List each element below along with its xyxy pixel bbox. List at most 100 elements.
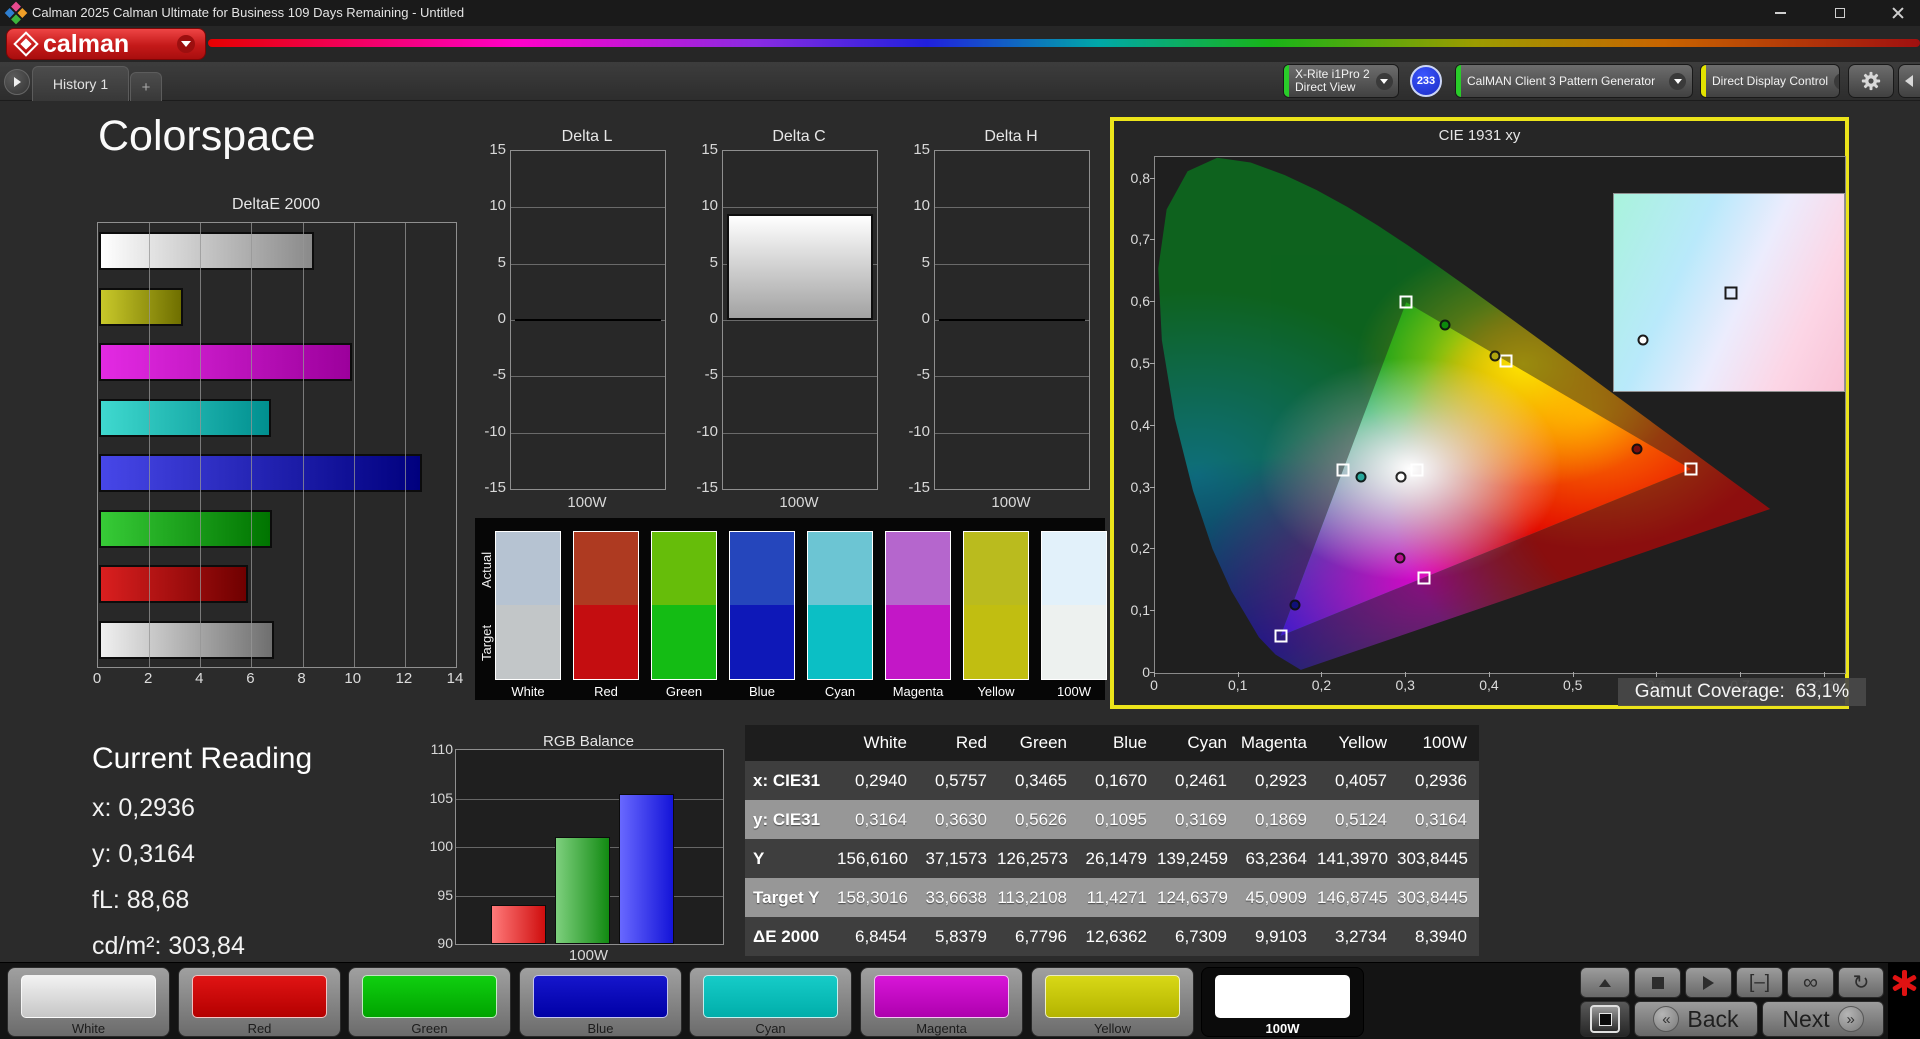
delta-gridline [723,433,877,434]
table-cell: 0,2461 [1157,771,1237,791]
pattern-button-label: Yellow [1032,1021,1193,1036]
table-cell: 113,2108 [997,888,1077,908]
tab-label: History 1 [53,76,108,92]
deltae-gridline [405,223,406,667]
pattern-button-red[interactable]: Red [178,967,341,1037]
swatch-actual [808,532,872,605]
pattern-generator-dropdown[interactable]: CalMAN Client 3 Pattern Generator [1455,64,1693,98]
swatch-name-label: Red [573,684,639,699]
inset-measured-marker [1637,334,1648,345]
swatch-name-label: Cyan [807,684,873,699]
gamut-coverage-label: Gamut Coverage: [1635,681,1785,703]
add-tab-button[interactable]: + [130,72,162,101]
play-icon [14,77,21,87]
pattern-button-cyan[interactable]: Cyan [689,967,852,1037]
rainbow-strip [208,39,1920,47]
pattern-button-white[interactable]: White [7,967,170,1037]
pattern-window-button[interactable] [1580,1001,1630,1037]
table-cell: 146,8745 [1317,888,1397,908]
delta-h-chart: Delta H 100W 151050-5-10-15 [892,128,1092,520]
tab-scroll-button[interactable] [4,69,30,95]
cie-measured-magenta [1394,552,1405,563]
pattern-button-100w[interactable]: 100W [1201,967,1364,1037]
cie-x-tick-label: 0,4 [1479,677,1498,693]
display-control-dropdown[interactable]: Direct Display Control [1700,64,1840,98]
swatch-name-label: 100W [1041,684,1107,699]
calman-logo-text: calman [43,29,129,59]
deltae-gridline [303,223,304,667]
swatch-column-yellow: Yellow [963,531,1029,699]
table-cell: 9,9103 [1237,927,1317,947]
delta-y-tick-label: -15 [682,479,718,496]
rgb-y-tick-label: 110 [413,741,453,757]
table-cell: 124,6379 [1157,888,1237,908]
continuous-button[interactable]: ∞ [1787,967,1834,998]
deltae-bar-white [99,621,274,659]
calman-menu-button[interactable]: calman [6,28,206,60]
pattern-button-yellow[interactable]: Yellow [1031,967,1194,1037]
next-button[interactable]: Next » [1762,1001,1884,1037]
delta-y-tick-label: 15 [894,141,930,158]
swatch-pair [807,531,873,680]
table-cell: 8,3940 [1397,927,1477,947]
settings-button[interactable] [1848,64,1894,98]
rgb-y-tick-label: 105 [413,790,453,806]
table-cell: 0,3164 [1397,810,1477,830]
table-column-header: White [837,733,917,753]
arrow-up-icon [1599,979,1611,987]
swatch-actual [730,532,794,605]
collapse-panel-button[interactable] [1898,64,1920,98]
table-cell: 11,4271 [1077,888,1157,908]
cie-target-cyan [1337,463,1350,476]
table-cell: 6,7796 [997,927,1077,947]
delta-y-tick-label: 10 [682,197,718,214]
table-column-header: Magenta [1237,733,1317,753]
tab-history-1[interactable]: History 1 [32,66,129,101]
table-column-header: Red [917,733,997,753]
pattern-button-label: White [8,1021,169,1036]
rgb-bar-green [555,837,610,944]
cie-target-yellow [1499,354,1512,367]
table-row: Y156,616037,1573126,257326,1479139,24596… [745,839,1479,878]
meter-dropdown[interactable]: X-Rite i1Pro 2Direct View [1283,64,1399,98]
swatch-name-label: Yellow [963,684,1029,699]
swatch-pair [573,531,639,680]
delta-y-tick-label: 0 [894,310,930,327]
table-cell: 0,2936 [1397,771,1477,791]
refresh-button[interactable]: ↻ [1838,967,1884,998]
play-button[interactable] [1685,967,1732,998]
back-button[interactable]: « Back [1634,1001,1758,1037]
cie-measured-red [1632,443,1643,454]
table-row: ΔE 20006,84545,83796,779612,63626,73099,… [745,917,1479,956]
panel-expand-button[interactable] [1580,967,1630,998]
table-cell: 3,2734 [1317,927,1397,947]
cie-y-tick [1150,239,1155,240]
deltae-bar-cyan [99,399,271,437]
delta-c-chart: Delta C 100W 151050-5-10-15 [680,128,880,520]
pattern-button-blue[interactable]: Blue [519,967,682,1037]
swatch-name-label: Magenta [885,684,951,699]
delta-c-plot-area [722,150,878,490]
cie-x-tick [1656,672,1657,677]
measurement-table: WhiteRedGreenBlueCyanMagentaYellow100Wx:… [745,725,1479,956]
interval-button[interactable]: [–] [1736,967,1783,998]
rgb-bar-blue [619,794,674,944]
delta-gridline [511,433,665,434]
table-cell: 5,8379 [917,927,997,947]
minimize-icon [1775,12,1786,14]
meter-count-badge[interactable]: 233 [1410,65,1442,97]
close-button[interactable] [1878,0,1918,26]
deltae-bar-blue [99,454,422,492]
calman-menu-caret-icon [177,35,195,53]
pattern-button-green[interactable]: Green [348,967,511,1037]
pattern-button-magenta[interactable]: Magenta [860,967,1023,1037]
gamut-coverage-value: 63,1% [1795,681,1849,703]
minimize-button[interactable] [1760,0,1800,26]
pattern-swatch [874,975,1009,1018]
cie-measured-yellow [1489,351,1500,362]
restore-button[interactable] [1820,0,1860,26]
stop-button[interactable] [1634,967,1681,998]
table-column-header: Yellow [1317,733,1397,753]
delta-y-tick-label: -10 [470,423,506,440]
delta-gridline [723,376,877,377]
